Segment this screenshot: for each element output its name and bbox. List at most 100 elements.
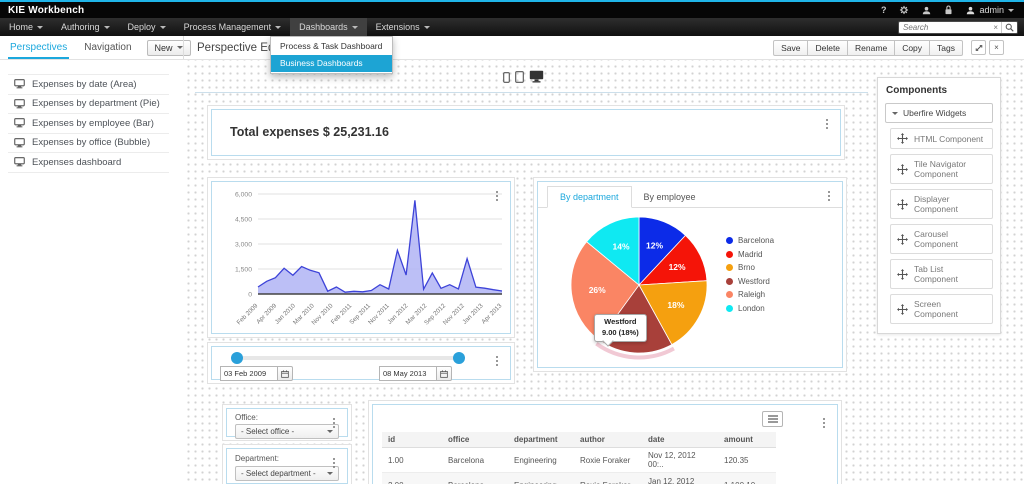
sidebar-item-expenses-by-date-area[interactable]: Expenses by date (Area) — [8, 75, 169, 95]
tab-by-employee[interactable]: By employee — [632, 187, 708, 207]
column-header-department[interactable]: department — [508, 432, 574, 448]
component-tile-navigator-component[interactable]: Tile Navigator Component — [890, 154, 993, 184]
chevron-down-icon — [160, 26, 166, 29]
table-cell: Roxie Foraker — [574, 473, 642, 484]
user-icon[interactable] — [922, 6, 931, 15]
move-icon — [897, 164, 908, 175]
legend-swatch — [726, 278, 733, 285]
menu-item-label: Extensions — [376, 22, 420, 32]
menu-item-extensions[interactable]: Extensions — [367, 18, 439, 36]
component-screen-component[interactable]: Screen Component — [890, 294, 993, 324]
component-carousel-component[interactable]: Carousel Component — [890, 224, 993, 254]
start-date-input[interactable] — [220, 366, 278, 381]
legend-item-barcelona: Barcelona — [726, 234, 774, 248]
calendar-icon[interactable] — [277, 366, 293, 381]
menu-item-process-management[interactable]: Process Management — [175, 18, 291, 36]
component-displayer-component[interactable]: Displayer Component — [890, 189, 993, 219]
list-icon[interactable] — [762, 411, 783, 427]
sidebar-item-label: Expenses by department (Pie) — [32, 98, 160, 109]
department-filter-panel: Department: - Select department - — [222, 444, 352, 484]
rename-button[interactable]: Rename — [847, 40, 895, 56]
left-tabs: Perspectives Navigation New — [0, 36, 183, 59]
main-area: Expenses by date (Area) Expenses by depar… — [0, 60, 1024, 484]
kebab-icon[interactable] — [821, 116, 833, 132]
kebab-icon[interactable] — [491, 188, 503, 204]
save-button[interactable]: Save — [773, 40, 808, 56]
copy-button[interactable]: Copy — [894, 40, 930, 56]
table-row[interactable]: 1.00BarcelonaEngineeringRoxie ForakerNov… — [382, 448, 776, 473]
sidebar-item-expenses-by-department-pie[interactable]: Expenses by department (Pie) — [8, 95, 169, 115]
column-header-id[interactable]: id — [382, 432, 442, 448]
kebab-icon[interactable] — [818, 415, 830, 431]
lock-icon[interactable] — [944, 5, 953, 15]
components-title: Components — [885, 78, 993, 103]
office-label: Office: — [235, 413, 258, 422]
gear-icon[interactable] — [899, 5, 909, 15]
new-button-label: New — [155, 43, 173, 53]
components-group-uberfire-widgets[interactable]: Uberfire Widgets — [885, 103, 993, 123]
maximize-icon[interactable] — [971, 40, 986, 55]
tab-by-department[interactable]: By department — [547, 186, 632, 208]
menu-item-authoring[interactable]: Authoring — [52, 18, 119, 36]
menu-item-dashboards[interactable]: Dashboards — [290, 18, 367, 36]
slider-handle-start[interactable] — [231, 352, 243, 364]
desktop-icon[interactable] — [529, 70, 544, 83]
office-filter-panel: Office: - Select office - — [222, 404, 352, 441]
date-range-slider[interactable] — [234, 356, 462, 360]
sidebar-item-expenses-by-employee-bar[interactable]: Expenses by employee (Bar) — [8, 114, 169, 134]
perspectives-list: Expenses by date (Area) Expenses by depar… — [8, 74, 169, 173]
tab-perspectives[interactable]: Perspectives — [8, 37, 69, 59]
sidebar-item-label: Expenses by date (Area) — [32, 79, 137, 90]
tablet-icon[interactable] — [515, 71, 524, 83]
tags-button[interactable]: Tags — [929, 40, 963, 56]
help-icon[interactable]: ? — [881, 5, 887, 15]
expenses-table-body: idofficedepartmentauthordateamount 1.00B… — [372, 404, 838, 484]
delete-button[interactable]: Delete — [807, 40, 848, 56]
end-date-input[interactable] — [379, 366, 437, 381]
column-header-office[interactable]: office — [442, 432, 508, 448]
calendar-icon[interactable] — [436, 366, 452, 381]
legend-item-brno: Brno — [726, 261, 774, 275]
clear-search-icon[interactable]: × — [990, 23, 1001, 32]
legend-swatch — [726, 291, 733, 298]
kebab-icon[interactable] — [491, 353, 503, 369]
move-icon — [897, 304, 908, 315]
close-icon[interactable]: × — [989, 40, 1004, 55]
column-header-date[interactable]: date — [642, 432, 718, 448]
dropdown-item-process-task-dashboard[interactable]: Process & Task Dashboard — [271, 38, 392, 55]
table-cell: Engineering — [508, 448, 574, 473]
move-icon — [897, 199, 908, 210]
user-menu[interactable]: admin — [966, 5, 1014, 15]
legend-item-london: London — [726, 302, 774, 316]
menu-item-deploy[interactable]: Deploy — [119, 18, 175, 36]
column-header-amount[interactable]: amount — [718, 432, 776, 448]
sidebar-item-expenses-dashboard[interactable]: Expenses dashboard — [8, 153, 169, 173]
svg-text:Apr 2013: Apr 2013 — [480, 302, 503, 325]
component-tab-list-component[interactable]: Tab List Component — [890, 259, 993, 289]
kebab-icon[interactable] — [328, 415, 340, 431]
svg-text:4,500: 4,500 — [235, 216, 252, 223]
legend-item-westford: Westford — [726, 275, 774, 289]
search-icon[interactable] — [1001, 22, 1017, 33]
column-header-author[interactable]: author — [574, 432, 642, 448]
department-select[interactable]: - Select department - — [235, 466, 339, 481]
component-label: Tile Navigator Component — [914, 159, 986, 179]
dropdown-item-business-dashboards[interactable]: Business Dashboards — [271, 55, 392, 72]
table-row[interactable]: 2.00BarcelonaEngineeringRoxie ForakerJan… — [382, 473, 776, 484]
menu-item-home[interactable]: Home — [0, 18, 52, 36]
move-icon — [897, 269, 908, 280]
component-html-component[interactable]: HTML Component — [890, 128, 993, 149]
legend-label: Barcelona — [738, 236, 774, 245]
tab-navigation[interactable]: Navigation — [82, 37, 133, 59]
components-list: HTML Component Tile Navigator Component Di… — [885, 128, 993, 324]
mobile-icon[interactable] — [503, 72, 510, 83]
kebab-icon[interactable] — [328, 455, 340, 471]
search-input[interactable] — [899, 23, 990, 32]
user-name: admin — [979, 5, 1004, 15]
slider-handle-end[interactable] — [453, 352, 465, 364]
sidebar-item-expenses-by-office-bubble[interactable]: Expenses by office (Bubble) — [8, 134, 169, 154]
pie-panel-tabs: By department By employee — [538, 185, 842, 208]
office-select[interactable]: - Select office - — [235, 424, 339, 439]
user-avatar-icon — [966, 6, 975, 15]
kebab-icon[interactable] — [823, 188, 835, 204]
